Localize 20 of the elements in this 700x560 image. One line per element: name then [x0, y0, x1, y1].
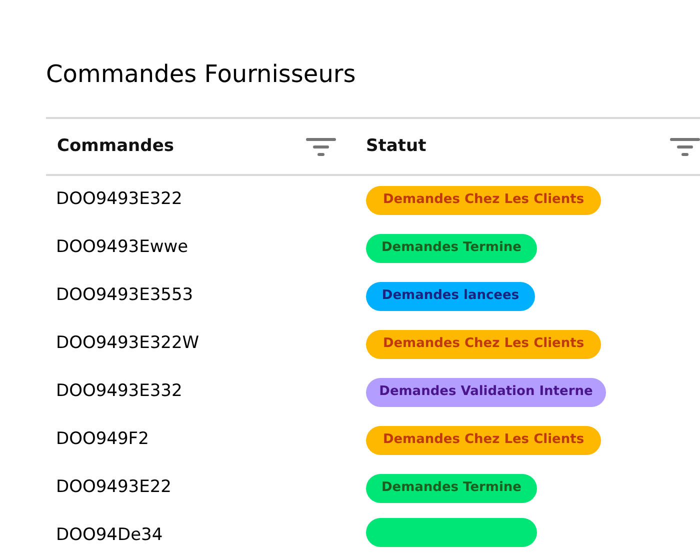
order-id: DOO9493Ewwe	[56, 237, 188, 258]
status-badge: Demandes Chez Les Clients	[366, 426, 601, 454]
status-badge: Demandes Termine	[366, 234, 537, 262]
status-badge: Demandes Termine	[366, 474, 537, 502]
column-header: Statut	[366, 134, 426, 158]
status-badge: Demandes Chez Les Clients	[366, 330, 601, 358]
order-id: DOO9493E332	[56, 381, 182, 402]
filter-icon[interactable]	[670, 136, 700, 156]
status-badge: Demandes Validation Interne	[366, 378, 606, 406]
order-id: DOO949F2	[56, 429, 149, 450]
status-badge: Demandes Chez Les Clients	[366, 186, 601, 214]
order-id: DOO9493E322W	[56, 333, 200, 354]
status-badge: Demandes lancees	[366, 282, 535, 310]
order-id: DOO9493E322	[56, 189, 182, 210]
order-id: DOO94De34	[56, 525, 163, 546]
order-id: DOO9493E22	[56, 477, 172, 498]
order-id: DOO9493E3553	[56, 285, 194, 306]
column-header: Commandes	[57, 134, 174, 158]
page-title: Commandes Fournisseurs	[46, 59, 357, 90]
filter-icon[interactable]	[306, 136, 336, 156]
